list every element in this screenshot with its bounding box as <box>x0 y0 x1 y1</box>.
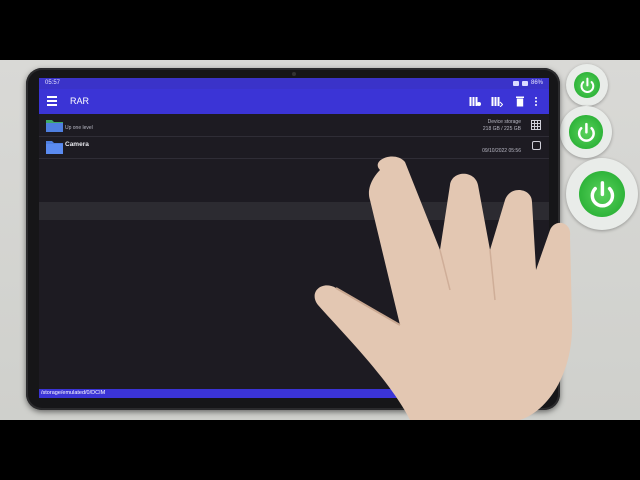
add-to-archive-icon[interactable] <box>469 96 481 107</box>
folder-icon <box>46 140 63 154</box>
hand-photo <box>300 140 590 420</box>
status-time: 05:57 <box>45 80 61 86</box>
battery-percent: 86% <box>530 80 543 86</box>
power-icon <box>590 180 614 208</box>
row-name: Camera <box>65 141 89 148</box>
status-bar: 05:57 86% <box>39 78 549 89</box>
folder-up-icon <box>46 118 63 132</box>
app-title: RAR <box>70 96 90 106</box>
delete-trash-icon[interactable] <box>514 96 526 107</box>
more-options-icon[interactable] <box>533 96 539 107</box>
video-letterbox-top <box>0 0 640 60</box>
list-item-up-one-level[interactable]: Up one level Device storage 218 GB / 225… <box>39 115 549 137</box>
storage-usage: 218 GB / 225 GB <box>482 126 521 132</box>
row-subtitle: Up one level <box>65 125 93 131</box>
power-icon <box>580 77 594 93</box>
storage-label: Device storage <box>487 119 521 125</box>
front-camera <box>292 72 296 76</box>
hamburger-menu-icon[interactable] <box>47 96 57 107</box>
storage-grid-icon[interactable] <box>531 120 541 130</box>
video-letterbox-bottom <box>0 420 640 480</box>
status-icons: 86% <box>512 78 543 89</box>
extract-archive-icon[interactable] <box>491 96 503 107</box>
battery-icon <box>521 81 528 86</box>
app-toolbar: RAR <box>39 89 549 114</box>
wifi-icon <box>512 81 519 86</box>
power-logo-small <box>566 64 608 106</box>
